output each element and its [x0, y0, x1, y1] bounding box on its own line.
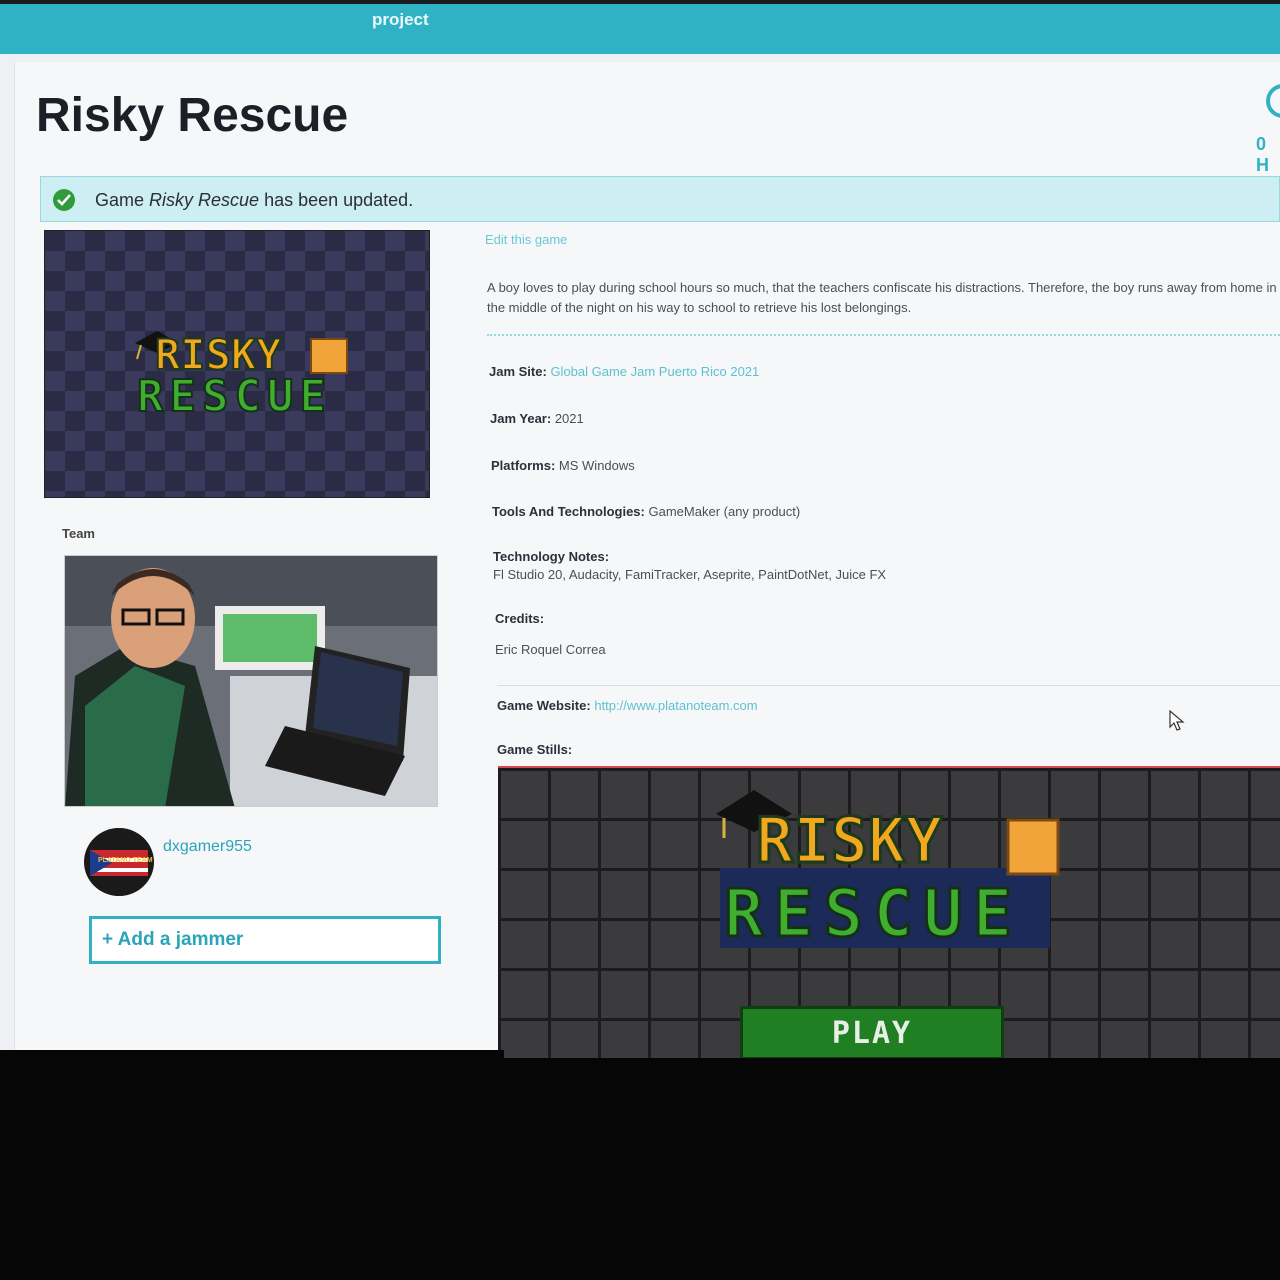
jam-year-field: Jam Year: 2021 [490, 411, 584, 426]
add-jammer-button[interactable]: + Add a jammer [89, 916, 441, 964]
game-website-field: Game Website: http://www.platanoteam.com [497, 698, 758, 713]
credits-field: Credits: Eric Roquel Correa [495, 611, 606, 657]
avatar[interactable]: PLATANO TEAM [84, 828, 154, 896]
page-title: Risky Rescue [36, 89, 349, 142]
alert-message: Game Risky Rescue has been updated. [95, 190, 414, 210]
counter-label: 0 H [1256, 134, 1269, 175]
game-stills-heading: Game Stills: [497, 742, 573, 757]
game-description: A boy loves to play during school hours … [487, 280, 1277, 315]
team-photo [64, 555, 438, 807]
success-alert: Game Risky Rescue has been updated. [40, 176, 1280, 222]
jam-site-link[interactable]: Global Game Jam Puerto Rico 2021 [550, 364, 759, 379]
credits-divider [497, 685, 1280, 686]
team-heading: Team [62, 526, 95, 541]
platforms-field: Platforms: MS Windows [491, 458, 635, 473]
check-circle-icon [53, 189, 75, 211]
still-logo-line1: RISKY [756, 804, 943, 877]
still-logo-line2: RESCUE [724, 875, 1022, 952]
description-divider [487, 334, 1280, 336]
technology-notes-field: Technology Notes: Fl Studio 20, Audacity… [493, 549, 887, 582]
edit-game-link[interactable]: Edit this game [485, 232, 567, 247]
play-button[interactable]: PLAY [740, 1006, 1004, 1060]
top-nav-bar: project [0, 4, 1280, 54]
game-still-image[interactable]: RISKY RESCUE PLAY [498, 766, 1280, 1064]
jam-site-field: Jam Site: Global Game Jam Puerto Rico 20… [489, 364, 760, 379]
mouse-cursor-icon [1169, 710, 1185, 731]
tools-field: Tools And Technologies: GameMaker (any p… [492, 504, 801, 519]
game-website-link[interactable]: http://www.platanoteam.com [594, 698, 757, 713]
cover-logo-line2: RESCUE [137, 371, 332, 422]
monitor-bottom-bezel [0, 1058, 1280, 1280]
nav-project-link[interactable]: project [372, 10, 429, 30]
game-cover-image: RISKY RESCUE [44, 230, 430, 498]
alert-game-name: Risky Rescue [149, 190, 260, 210]
team-member-link[interactable]: dxgamer955 [163, 838, 252, 856]
avatar-logo-text: PLATANO TEAM [98, 857, 153, 864]
